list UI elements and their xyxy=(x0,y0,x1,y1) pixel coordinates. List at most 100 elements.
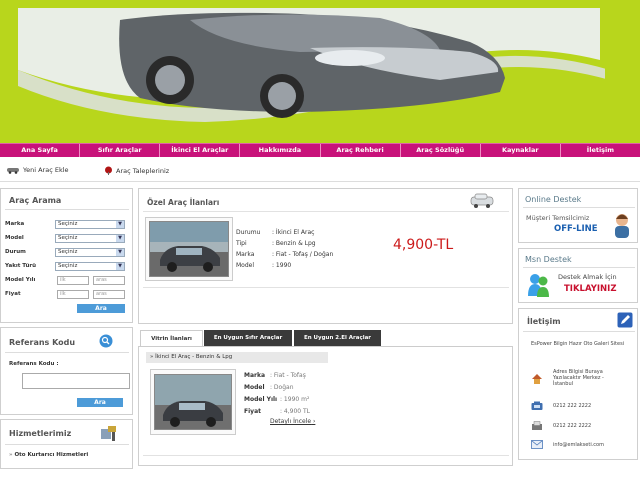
fuel-select[interactable]: Seçiniz ▼ xyxy=(55,262,125,271)
tools-icon xyxy=(101,426,116,441)
divider xyxy=(143,287,509,288)
year-to-input[interactable]: aras xyxy=(93,276,125,285)
services-item[interactable]: » Oto Kurtarıcı Hizmetleri xyxy=(9,452,88,458)
chevron-down-icon: ▼ xyxy=(116,249,124,256)
price-to-input[interactable]: aras xyxy=(93,290,125,299)
operator-avatar-icon xyxy=(615,214,629,238)
online-support-panel: Online Destek Müşteri Temsilcimiz OFF-LI… xyxy=(518,188,638,243)
special-row-brand: Marka: Fiat - Tofaş / Doğan xyxy=(236,251,334,258)
listing-row-brand: Marka: Fiat - Tofaş xyxy=(244,372,306,379)
phone-text: 0212 222 2222 xyxy=(553,403,592,409)
company-name: EsPower Bilgin Hazır Oto Galeri Sitesi xyxy=(531,341,625,347)
year-label: Model Yılı xyxy=(5,277,36,283)
fax-icon xyxy=(532,421,542,430)
msn-title: Msn Destek xyxy=(525,255,572,264)
search-icon xyxy=(99,334,113,348)
special-title: Özel Araç İlanları xyxy=(147,198,220,207)
toolbar: Yeni Araç Ekle Araç Talepleriniz xyxy=(0,160,640,182)
car-request-link[interactable]: Araç Talepleriniz xyxy=(104,166,169,175)
listing-row-model: Model: Doğan xyxy=(244,384,294,391)
divider xyxy=(5,352,129,353)
chevron-down-icon: ▼ xyxy=(116,221,124,228)
listing-row-price: Fiyat: 4,900 TL xyxy=(244,408,311,415)
tab-best-used[interactable]: En Uygun 2.El Araçlar xyxy=(294,330,381,346)
bullet-icon: » xyxy=(150,354,154,360)
add-car-link[interactable]: Yeni Araç Ekle xyxy=(6,166,69,174)
divider xyxy=(523,207,635,208)
brand-label: Marka xyxy=(5,221,25,227)
divider xyxy=(523,331,635,332)
listing-header: » İkinci El Araç - Benzin & Lpg xyxy=(146,352,328,363)
bullet-icon: » xyxy=(9,452,13,458)
nav-home[interactable]: Ana Sayfa xyxy=(0,144,81,157)
mail-icon xyxy=(531,440,543,449)
car-request-label: Araç Talepleriniz xyxy=(116,166,170,175)
reference-input[interactable] xyxy=(22,373,130,389)
condition-label: Durum xyxy=(5,249,26,255)
model-select[interactable]: Seçiniz ▼ xyxy=(55,234,125,243)
nav-car-dictionary[interactable]: Araç Sözlüğü xyxy=(401,144,481,157)
edit-icon xyxy=(617,312,633,328)
services-title: Hizmetlerimiz xyxy=(9,429,72,438)
special-car-frame[interactable] xyxy=(145,217,233,281)
msn-support-panel: Msn Destek Destek Almak İçin TIKLAYINIZ xyxy=(518,248,638,303)
online-status: OFF-LINE xyxy=(554,224,598,234)
home-icon xyxy=(532,374,542,384)
special-row-model: Model: 1990 xyxy=(236,262,292,269)
fax-text: 0212 222 2222 xyxy=(553,423,592,429)
search-title: Araç Arama xyxy=(9,196,62,205)
divider xyxy=(5,209,129,210)
car-icon xyxy=(470,193,494,208)
listing-panel: » İkinci El Araç - Benzin & Lpg Marka: F… xyxy=(138,346,513,466)
price-label: Fiyat xyxy=(5,291,21,297)
chevron-down-icon: ▼ xyxy=(116,263,124,270)
year-from-input[interactable]: ilk xyxy=(57,276,89,285)
brand-select[interactable]: Seçiniz ▼ xyxy=(55,220,125,229)
msn-support-banner[interactable]: Destek Almak İçin TIKLAYINIZ xyxy=(524,270,634,300)
special-price: 4,900-TL xyxy=(393,237,454,253)
tab-best-new[interactable]: En Uygun Sıfır Araçlar xyxy=(204,330,292,346)
nav-new-cars[interactable]: Sıfır Araçlar xyxy=(80,144,161,157)
condition-select[interactable]: Seçiniz ▼ xyxy=(55,248,125,257)
phone-icon xyxy=(531,401,543,410)
online-support-banner[interactable]: Müşteri Temsilcimiz OFF-LINE xyxy=(524,211,634,241)
address-text: Adres Bilgisi Buraya Yazılacaktır Merkez… xyxy=(553,369,604,387)
header-banner xyxy=(0,0,640,143)
online-line1: Müşteri Temsilcimiz xyxy=(526,214,590,222)
fuel-label: Yakıt Türü xyxy=(5,263,37,269)
special-row-condition: Durumu: İkinci El Araç xyxy=(236,229,315,236)
special-listings-panel: Özel Araç İlanları Durumu: İkinci El Ara… xyxy=(138,188,513,324)
special-car-photo xyxy=(149,221,229,277)
contact-title: İletişim xyxy=(527,317,561,326)
car-banner-image xyxy=(0,0,640,143)
search-button[interactable]: Ara xyxy=(77,304,125,313)
nav-contact[interactable]: İletişim xyxy=(561,144,640,157)
detail-link[interactable]: Detaylı İncele › xyxy=(270,418,315,425)
listing-car-photo xyxy=(154,374,232,430)
nav-car-guide[interactable]: Araç Rehberi xyxy=(321,144,401,157)
pin-icon xyxy=(105,166,112,175)
listing-row-year: Model Yılı: 1990 m² xyxy=(244,396,310,403)
main-nav: Ana Sayfa Sıfır Araçlar İkinci El Araçla… xyxy=(0,143,640,157)
msn-buddy-icon xyxy=(528,274,549,297)
email-link[interactable]: info@emlakseti.com xyxy=(553,442,604,448)
price-from-input[interactable]: ilk xyxy=(57,290,89,299)
add-car-label: Yeni Araç Ekle xyxy=(23,166,69,174)
online-title: Online Destek xyxy=(525,195,582,204)
nav-sources[interactable]: Kaynaklar xyxy=(481,144,561,157)
nav-used-cars[interactable]: İkinci El Araçlar xyxy=(160,144,241,157)
arrow-right-icon: › xyxy=(312,418,316,425)
reference-label: Referans Kodu : xyxy=(9,361,59,367)
divider xyxy=(143,211,509,212)
contact-panel: İletişim EsPower Bilgin Hazır Oto Galeri… xyxy=(518,308,638,460)
listing-car-frame[interactable] xyxy=(150,369,236,435)
reference-search-button[interactable]: Ara xyxy=(77,398,123,407)
reference-title: Referans Kodu xyxy=(9,338,76,347)
msn-cta: TIKLAYINIZ xyxy=(564,284,617,294)
nav-about[interactable]: Hakkımızda xyxy=(240,144,321,157)
msn-line1: Destek Almak İçin xyxy=(558,273,617,281)
divider xyxy=(523,267,635,268)
model-label: Model xyxy=(5,235,24,241)
tab-showcase[interactable]: Vitrin İlanları xyxy=(140,330,203,346)
divider xyxy=(5,444,129,445)
